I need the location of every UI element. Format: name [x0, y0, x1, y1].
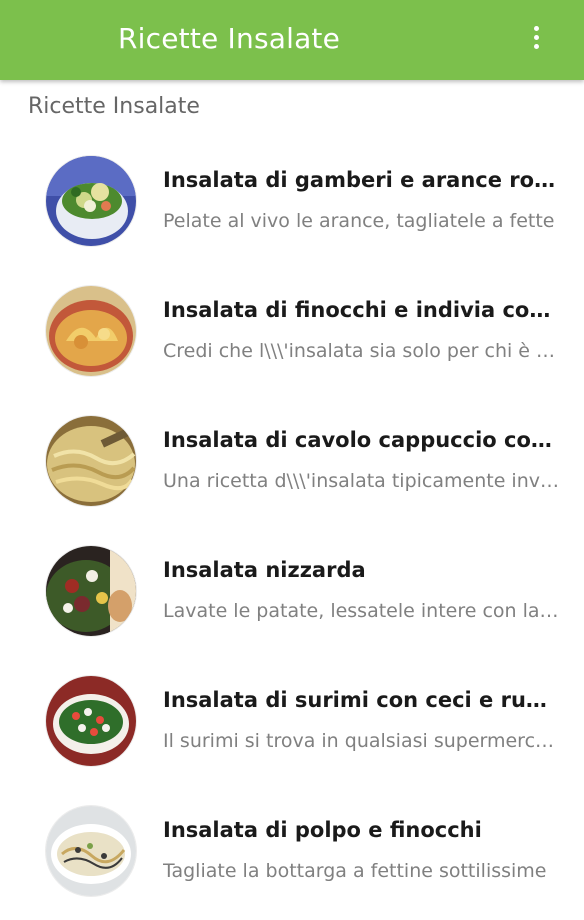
list-item[interactable]: Insalata di cavolo cappuccio con mele Un…: [0, 400, 584, 530]
recipe-description: Tagliate la bottarga a fettine sottiliss…: [163, 860, 547, 882]
recipe-description: Il surimi si trova in qualsiasi supermer…: [163, 730, 559, 752]
fennel-salad-thumbnail: [46, 286, 136, 376]
recipe-description: Pelate al vivo le arance, tagliatele a f…: [163, 210, 555, 232]
list-item[interactable]: Insalata di polpo e finocchi Tagliate la…: [0, 790, 584, 920]
cabbage-salad-thumbnail: [46, 416, 136, 506]
recipe-description: Lavate le patate, lessatele intere con l…: [163, 600, 559, 622]
recipe-title: Insalata nizzarda: [163, 558, 366, 582]
section-title: Ricette Insalate: [28, 94, 200, 119]
list-item[interactable]: Insalata nizzarda Lavate le patate, less…: [0, 530, 584, 660]
overflow-menu-icon[interactable]: [530, 26, 542, 54]
surimi-salad-thumbnail: [46, 676, 136, 766]
list-item[interactable]: Insalata di finocchi e indivia con aranc…: [0, 270, 584, 400]
nicoise-salad-thumbnail: [46, 546, 136, 636]
recipe-title: Insalata di cavolo cappuccio con mele: [163, 428, 559, 452]
octopus-salad-thumbnail: [46, 806, 136, 896]
recipe-title: Insalata di polpo e finocchi: [163, 818, 482, 842]
recipe-description: Una ricetta d\\\'insalata tipicamente in…: [163, 470, 559, 492]
salad-bowl-thumbnail: [46, 156, 136, 246]
recipe-title: Insalata di gamberi e arance rosse: [163, 168, 559, 192]
recipe-list: Insalata di gamberi e arance rosse Pelat…: [0, 140, 584, 920]
recipe-description: Credi che l\\\'insalata sia solo per chi…: [163, 340, 559, 362]
recipe-title: Insalata di finocchi e indivia con aranc…: [163, 298, 559, 322]
recipe-title: Insalata di surimi con ceci e rucola: [163, 688, 559, 712]
app-bar: Ricette Insalate: [0, 0, 584, 80]
list-item[interactable]: Insalata di surimi con ceci e rucola Il …: [0, 660, 584, 790]
app-title: Ricette Insalate: [118, 22, 341, 55]
list-item[interactable]: Insalata di gamberi e arance rosse Pelat…: [0, 140, 584, 270]
